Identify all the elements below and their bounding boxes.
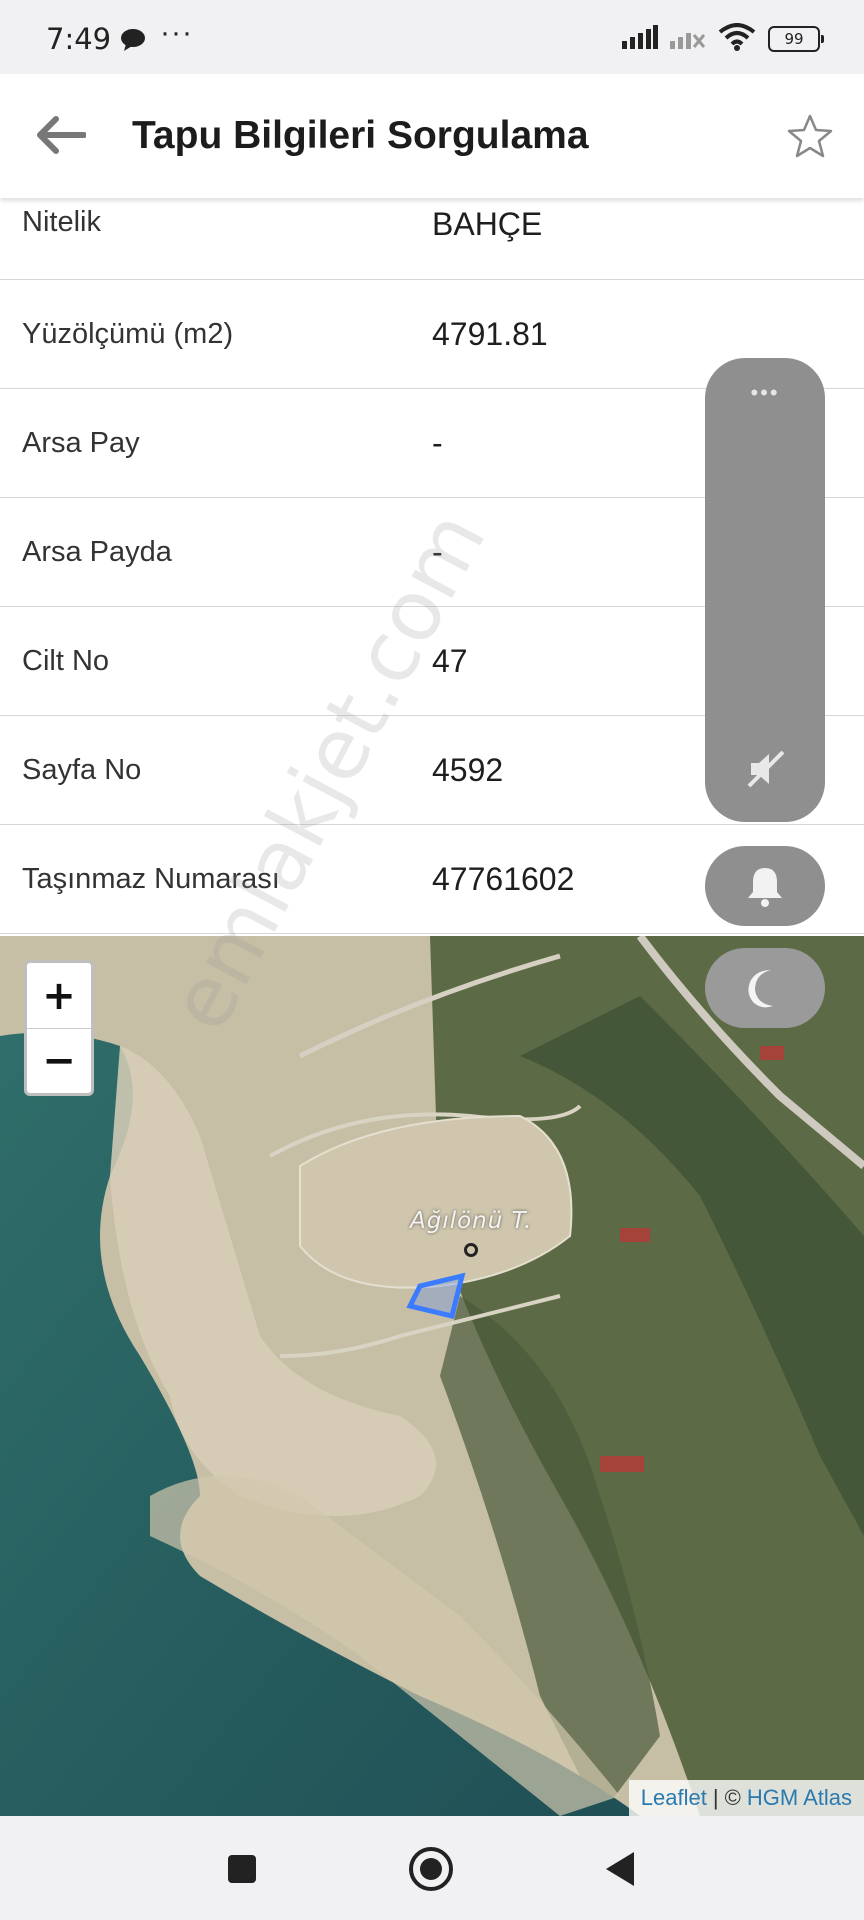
- status-icons: 99: [622, 22, 824, 56]
- screen: 7:49 ··· 99 Tapu Bilgileri Sorgulama Nit…: [0, 0, 864, 1920]
- back-icon: [606, 1852, 634, 1886]
- favorite-button[interactable]: [784, 110, 836, 162]
- row-label: Nitelik: [22, 206, 101, 238]
- zoom-control: + −: [24, 960, 94, 1096]
- row-value: -: [432, 534, 443, 570]
- row-value: BAHÇE: [432, 206, 543, 242]
- row-label: Yüzölçümü (m2): [22, 318, 234, 350]
- row-value: 47761602: [432, 861, 575, 897]
- row-label: Arsa Pay: [22, 427, 140, 459]
- satellite-map[interactable]: + − Ağılönü T. Leaflet | © HGM Atlas: [0, 936, 864, 1816]
- bell-icon: [748, 868, 782, 907]
- map-place-label: Ağılönü T.: [410, 1208, 533, 1234]
- status-time: 7:49: [46, 22, 112, 56]
- chat-icon: [120, 28, 148, 57]
- nav-back-button[interactable]: [596, 1844, 646, 1894]
- status-bar: 7:49 ··· 99: [0, 0, 864, 74]
- arrow-left-icon: [37, 116, 86, 154]
- zoom-in-button[interactable]: +: [27, 963, 91, 1028]
- hgm-atlas-link[interactable]: HGM Atlas: [747, 1785, 852, 1811]
- back-button[interactable]: [30, 110, 90, 160]
- floating-side-panel[interactable]: •••: [705, 358, 825, 822]
- signal-icon: [622, 24, 658, 54]
- map-imagery: [0, 936, 864, 1816]
- mute-icon[interactable]: [745, 748, 787, 795]
- battery-icon: 99: [768, 26, 824, 52]
- wifi-icon: [718, 22, 756, 56]
- row-value: 4791.81: [432, 316, 548, 352]
- page-title: Tapu Bilgileri Sorgulama: [132, 114, 589, 157]
- row-value: 4592: [432, 752, 504, 788]
- attribution-separator: | ©: [712, 1785, 741, 1810]
- table-row: Nitelik BAHÇE: [0, 198, 864, 280]
- zoom-out-button[interactable]: −: [27, 1028, 91, 1093]
- row-label: Taşınmaz Numarası: [22, 863, 280, 895]
- system-nav-bar: [0, 1816, 864, 1920]
- home-icon: [409, 1847, 453, 1891]
- row-value: 47: [432, 643, 468, 679]
- bell-button[interactable]: [705, 846, 825, 926]
- panel-handle[interactable]: •••: [705, 380, 825, 406]
- row-label: Arsa Payda: [22, 536, 172, 568]
- recent-apps-button[interactable]: [217, 1844, 267, 1894]
- row-label: Cilt No: [22, 645, 110, 677]
- signal-2-icon: [670, 25, 706, 54]
- home-button[interactable]: [406, 1844, 456, 1894]
- place-marker-icon: [464, 1243, 478, 1257]
- app-header: Tapu Bilgileri Sorgulama: [0, 74, 864, 198]
- row-label: Sayfa No: [22, 754, 142, 786]
- row-value: -: [432, 425, 443, 461]
- leaflet-link[interactable]: Leaflet: [641, 1785, 707, 1811]
- status-more: ···: [160, 16, 193, 49]
- recent-apps-icon: [228, 1855, 256, 1883]
- map-attribution: Leaflet | © HGM Atlas: [628, 1780, 864, 1816]
- star-outline-icon: [787, 114, 833, 158]
- moon-icon: [748, 970, 773, 1008]
- moon-button[interactable]: [705, 948, 825, 1028]
